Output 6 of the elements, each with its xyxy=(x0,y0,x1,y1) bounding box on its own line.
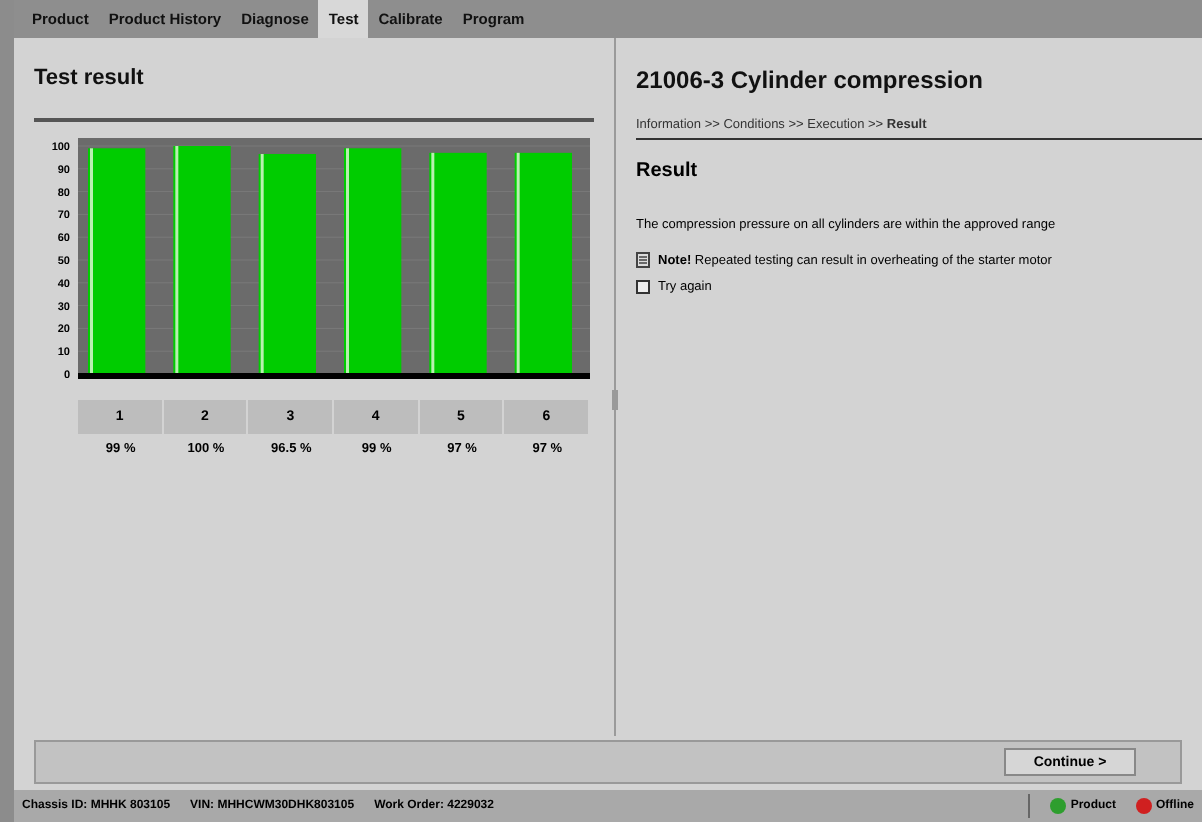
panel-title: Test result xyxy=(34,66,146,90)
section-heading: Result xyxy=(636,160,700,182)
note-icon xyxy=(636,252,650,268)
test-title: 21006-3 Cylinder compression xyxy=(636,66,985,94)
checkbox[interactable] xyxy=(636,280,650,294)
splitter-handle[interactable] xyxy=(612,390,618,410)
